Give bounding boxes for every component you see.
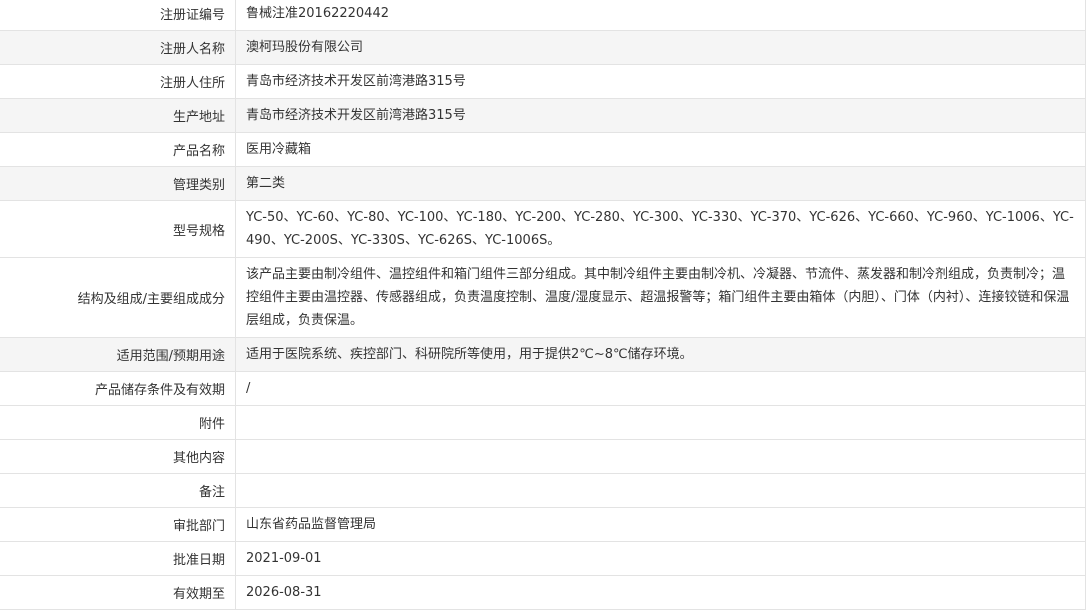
- table-row-registrant-address: 注册人住所 青岛市经济技术开发区前湾港路315号: [0, 65, 1085, 99]
- row-label: 生产地址: [0, 99, 236, 132]
- row-value: [236, 440, 1085, 473]
- row-value: 医用冷藏箱: [246, 142, 312, 157]
- row-value: 鲁械注准20162220442: [246, 6, 389, 21]
- row-label: 批准日期: [0, 542, 236, 575]
- row-value: [236, 474, 1085, 507]
- table-row-production-address: 生产地址 青岛市经济技术开发区前湾港路315号: [0, 99, 1085, 133]
- table-row-registration-number: 注册证编号 鲁械注准20162220442: [0, 0, 1085, 31]
- row-label: 审批部门: [0, 508, 236, 541]
- row-value: 第二类: [246, 176, 286, 191]
- table-row-valid-until: 有效期至 2026-08-31: [0, 576, 1085, 610]
- row-label: 管理类别: [0, 167, 236, 200]
- row-label: 产品名称: [0, 133, 236, 166]
- table-row-storage-validity: 产品储存条件及有效期 /: [0, 372, 1085, 406]
- table-row-product-name: 产品名称 医用冷藏箱: [0, 133, 1085, 167]
- row-label: 备注: [0, 474, 236, 507]
- table-row-other-content: 其他内容: [0, 440, 1085, 474]
- row-label: 注册人住所: [0, 65, 236, 98]
- row-label: 结构及组成/主要组成成分: [0, 258, 236, 337]
- row-value: 2021-09-01: [246, 551, 322, 566]
- table-row-structure-composition: 结构及组成/主要组成成分 该产品主要由制冷组件、温控组件和箱门组件三部分组成。其…: [0, 258, 1085, 338]
- table-row-approval-date: 批准日期 2021-09-01: [0, 542, 1085, 576]
- row-label: 型号规格: [0, 201, 236, 257]
- row-value: 山东省药品监督管理局: [246, 517, 377, 532]
- row-value: YC-50、YC-60、YC-80、YC-100、YC-180、YC-200、Y…: [246, 210, 1074, 248]
- row-label: 附件: [0, 406, 236, 439]
- row-value: 适用于医院系统、疾控部门、科研院所等使用，用于提供2℃~8℃储存环境。: [246, 347, 693, 362]
- registration-detail-table: 注册证编号 鲁械注准20162220442 注册人名称 澳柯玛股份有限公司 注册…: [0, 0, 1086, 610]
- table-row-approval-department: 审批部门 山东省药品监督管理局: [0, 508, 1085, 542]
- table-row-registrant-name: 注册人名称 澳柯玛股份有限公司: [0, 31, 1085, 65]
- row-label: 注册证编号: [0, 0, 236, 30]
- row-value: 2026-08-31: [246, 585, 322, 600]
- row-value: [236, 406, 1085, 439]
- row-label: 其他内容: [0, 440, 236, 473]
- row-label: 产品储存条件及有效期: [0, 372, 236, 405]
- row-value: 青岛市经济技术开发区前湾港路315号: [246, 74, 466, 89]
- row-label: 适用范围/预期用途: [0, 338, 236, 371]
- table-row-management-category: 管理类别 第二类: [0, 167, 1085, 201]
- row-label: 有效期至: [0, 576, 236, 609]
- table-row-attachments: 附件: [0, 406, 1085, 440]
- table-row-intended-use: 适用范围/预期用途 适用于医院系统、疾控部门、科研院所等使用，用于提供2℃~8℃…: [0, 338, 1085, 372]
- table-row-remarks: 备注: [0, 474, 1085, 508]
- row-value: 青岛市经济技术开发区前湾港路315号: [246, 108, 466, 123]
- row-label: 注册人名称: [0, 31, 236, 64]
- table-row-model-spec: 型号规格 YC-50、YC-60、YC-80、YC-100、YC-180、YC-…: [0, 201, 1085, 258]
- row-value: 该产品主要由制冷组件、温控组件和箱门组件三部分组成。其中制冷组件主要由制冷机、冷…: [246, 267, 1070, 328]
- row-value: /: [246, 381, 251, 396]
- row-value: 澳柯玛股份有限公司: [246, 40, 364, 55]
